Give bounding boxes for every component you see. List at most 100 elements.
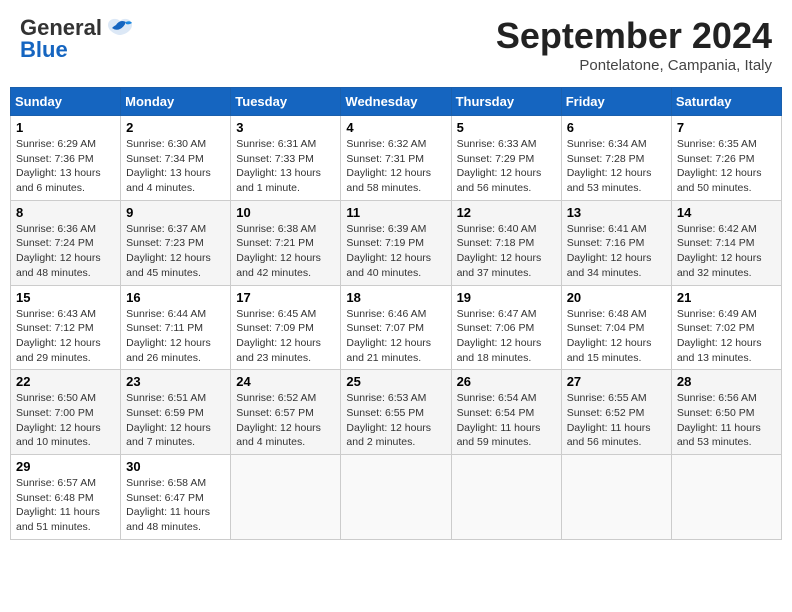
day-number: 28 xyxy=(677,374,776,389)
weekday-header-thursday: Thursday xyxy=(451,88,561,116)
day-info: Sunrise: 6:29 AM Sunset: 7:36 PM Dayligh… xyxy=(16,137,115,196)
calendar-cell: 26Sunrise: 6:54 AM Sunset: 6:54 PM Dayli… xyxy=(451,370,561,455)
day-info: Sunrise: 6:42 AM Sunset: 7:14 PM Dayligh… xyxy=(677,222,776,281)
day-number: 8 xyxy=(16,205,115,220)
calendar-cell: 21 Sunrise: 6:49 AM Sunset: 7:02 PM Dayli… xyxy=(671,285,781,370)
day-info: Sunrise: 6:41 AM Sunset: 7:16 PM Dayligh… xyxy=(567,222,666,281)
day-number: 30 xyxy=(126,459,225,474)
calendar-cell: 1 Sunrise: 6:29 AM Sunset: 7:36 PM Daylig… xyxy=(11,116,121,201)
calendar-week-row: 29 Sunrise: 6:57 AM Sunset: 6:48 PM Dayli… xyxy=(11,455,782,540)
day-info: Sunrise: 6:31 AM Sunset: 7:33 PM Dayligh… xyxy=(236,137,335,196)
day-info: Sunrise: 6:46 AM Sunset: 7:07 PM Dayligh… xyxy=(346,307,445,366)
calendar-cell xyxy=(451,455,561,540)
day-info: Sunrise: 6:35 AM Sunset: 7:26 PM Dayligh… xyxy=(677,137,776,196)
calendar-cell: 17 Sunrise: 6:45 AM Sunset: 7:09 PM Dayli… xyxy=(231,285,341,370)
day-number: 1 xyxy=(16,120,115,135)
weekday-header-saturday: Saturday xyxy=(671,88,781,116)
calendar-week-row: 1 Sunrise: 6:29 AM Sunset: 7:36 PM Daylig… xyxy=(11,116,782,201)
calendar-cell: 7 Sunrise: 6:35 AM Sunset: 7:26 PM Daylig… xyxy=(671,116,781,201)
day-info: Sunrise: 6:58 AM Sunset: 6:47 PM Dayligh… xyxy=(126,476,225,535)
calendar-cell: 18Sunrise: 6:46 AM Sunset: 7:07 PM Dayli… xyxy=(341,285,451,370)
logo: General Blue xyxy=(20,15,134,63)
day-number: 27 xyxy=(567,374,666,389)
calendar-table: SundayMondayTuesdayWednesdayThursdayFrid… xyxy=(10,87,782,540)
day-info: Sunrise: 6:45 AM Sunset: 7:09 PM Dayligh… xyxy=(236,307,335,366)
weekday-header-sunday: Sunday xyxy=(11,88,121,116)
day-number: 11 xyxy=(346,205,445,220)
calendar-cell: 24Sunrise: 6:52 AM Sunset: 6:57 PM Dayli… xyxy=(231,370,341,455)
day-info: Sunrise: 6:48 AM Sunset: 7:04 PM Dayligh… xyxy=(567,307,666,366)
calendar-cell: 23 Sunrise: 6:51 AM Sunset: 6:59 PM Dayli… xyxy=(121,370,231,455)
day-info: Sunrise: 6:37 AM Sunset: 7:23 PM Dayligh… xyxy=(126,222,225,281)
day-number: 29 xyxy=(16,459,115,474)
calendar-cell xyxy=(341,455,451,540)
day-number: 17 xyxy=(236,290,335,305)
calendar-cell: 16Sunrise: 6:44 AM Sunset: 7:11 PM Dayli… xyxy=(121,285,231,370)
day-info: Sunrise: 6:40 AM Sunset: 7:18 PM Dayligh… xyxy=(457,222,556,281)
day-number: 13 xyxy=(567,205,666,220)
calendar-cell: 28Sunrise: 6:56 AM Sunset: 6:50 PM Dayli… xyxy=(671,370,781,455)
calendar-cell: 25 Sunrise: 6:53 AM Sunset: 6:55 PM Dayli… xyxy=(341,370,451,455)
day-number: 19 xyxy=(457,290,556,305)
day-info: Sunrise: 6:36 AM Sunset: 7:24 PM Dayligh… xyxy=(16,222,115,281)
day-number: 26 xyxy=(457,374,556,389)
location-text: Pontelatone, Campania, Italy xyxy=(496,57,772,74)
day-info: Sunrise: 6:30 AM Sunset: 7:34 PM Dayligh… xyxy=(126,137,225,196)
day-number: 24 xyxy=(236,374,335,389)
day-info: Sunrise: 6:43 AM Sunset: 7:12 PM Dayligh… xyxy=(16,307,115,366)
day-number: 5 xyxy=(457,120,556,135)
calendar-cell: 8 Sunrise: 6:36 AM Sunset: 7:24 PM Daylig… xyxy=(11,200,121,285)
day-info: Sunrise: 6:55 AM Sunset: 6:52 PM Dayligh… xyxy=(567,391,666,450)
day-number: 25 xyxy=(346,374,445,389)
calendar-cell: 3Sunrise: 6:31 AM Sunset: 7:33 PM Daylig… xyxy=(231,116,341,201)
day-number: 21 xyxy=(677,290,776,305)
calendar-cell xyxy=(671,455,781,540)
day-info: Sunrise: 6:39 AM Sunset: 7:19 PM Dayligh… xyxy=(346,222,445,281)
day-number: 12 xyxy=(457,205,556,220)
day-info: Sunrise: 6:33 AM Sunset: 7:29 PM Dayligh… xyxy=(457,137,556,196)
calendar-cell: 29 Sunrise: 6:57 AM Sunset: 6:48 PM Dayli… xyxy=(11,455,121,540)
day-info: Sunrise: 6:32 AM Sunset: 7:31 PM Dayligh… xyxy=(346,137,445,196)
calendar-cell: 30 Sunrise: 6:58 AM Sunset: 6:47 PM Dayli… xyxy=(121,455,231,540)
day-number: 22 xyxy=(16,374,115,389)
day-number: 20 xyxy=(567,290,666,305)
day-info: Sunrise: 6:49 AM Sunset: 7:02 PM Dayligh… xyxy=(677,307,776,366)
calendar-cell: 15 Sunrise: 6:43 AM Sunset: 7:12 PM Dayli… xyxy=(11,285,121,370)
calendar-week-row: 15 Sunrise: 6:43 AM Sunset: 7:12 PM Dayli… xyxy=(11,285,782,370)
day-info: Sunrise: 6:53 AM Sunset: 6:55 PM Dayligh… xyxy=(346,391,445,450)
calendar-cell: 20 Sunrise: 6:48 AM Sunset: 7:04 PM Dayli… xyxy=(561,285,671,370)
calendar-cell: 27 Sunrise: 6:55 AM Sunset: 6:52 PM Dayli… xyxy=(561,370,671,455)
calendar-week-row: 8 Sunrise: 6:36 AM Sunset: 7:24 PM Daylig… xyxy=(11,200,782,285)
day-number: 15 xyxy=(16,290,115,305)
calendar-cell: 6Sunrise: 6:34 AM Sunset: 7:28 PM Daylig… xyxy=(561,116,671,201)
weekday-header-friday: Friday xyxy=(561,88,671,116)
day-info: Sunrise: 6:38 AM Sunset: 7:21 PM Dayligh… xyxy=(236,222,335,281)
day-number: 2 xyxy=(126,120,225,135)
weekday-header-row: SundayMondayTuesdayWednesdayThursdayFrid… xyxy=(11,88,782,116)
calendar-cell: 5 Sunrise: 6:33 AM Sunset: 7:29 PM Daylig… xyxy=(451,116,561,201)
day-number: 7 xyxy=(677,120,776,135)
calendar-cell: 9 Sunrise: 6:37 AM Sunset: 7:23 PM Daylig… xyxy=(121,200,231,285)
page-header: General Blue September 2024 Pontelatone,… xyxy=(10,10,782,79)
day-info: Sunrise: 6:34 AM Sunset: 7:28 PM Dayligh… xyxy=(567,137,666,196)
day-number: 16 xyxy=(126,290,225,305)
day-number: 4 xyxy=(346,120,445,135)
day-number: 10 xyxy=(236,205,335,220)
calendar-week-row: 22Sunrise: 6:50 AM Sunset: 7:00 PM Dayli… xyxy=(11,370,782,455)
calendar-cell: 10 Sunrise: 6:38 AM Sunset: 7:21 PM Dayli… xyxy=(231,200,341,285)
day-number: 14 xyxy=(677,205,776,220)
day-info: Sunrise: 6:51 AM Sunset: 6:59 PM Dayligh… xyxy=(126,391,225,450)
day-number: 23 xyxy=(126,374,225,389)
calendar-cell: 12 Sunrise: 6:40 AM Sunset: 7:18 PM Dayli… xyxy=(451,200,561,285)
day-info: Sunrise: 6:57 AM Sunset: 6:48 PM Dayligh… xyxy=(16,476,115,535)
calendar-cell xyxy=(231,455,341,540)
calendar-cell: 19Sunrise: 6:47 AM Sunset: 7:06 PM Dayli… xyxy=(451,285,561,370)
title-section: September 2024 Pontelatone, Campania, It… xyxy=(496,15,772,74)
calendar-cell: 4 Sunrise: 6:32 AM Sunset: 7:31 PM Daylig… xyxy=(341,116,451,201)
calendar-cell: 14 Sunrise: 6:42 AM Sunset: 7:14 PM Dayli… xyxy=(671,200,781,285)
calendar-cell: 13 Sunrise: 6:41 AM Sunset: 7:16 PM Dayli… xyxy=(561,200,671,285)
logo-blue-text: Blue xyxy=(20,37,68,63)
calendar-cell xyxy=(561,455,671,540)
calendar-cell: 22Sunrise: 6:50 AM Sunset: 7:00 PM Dayli… xyxy=(11,370,121,455)
day-number: 9 xyxy=(126,205,225,220)
